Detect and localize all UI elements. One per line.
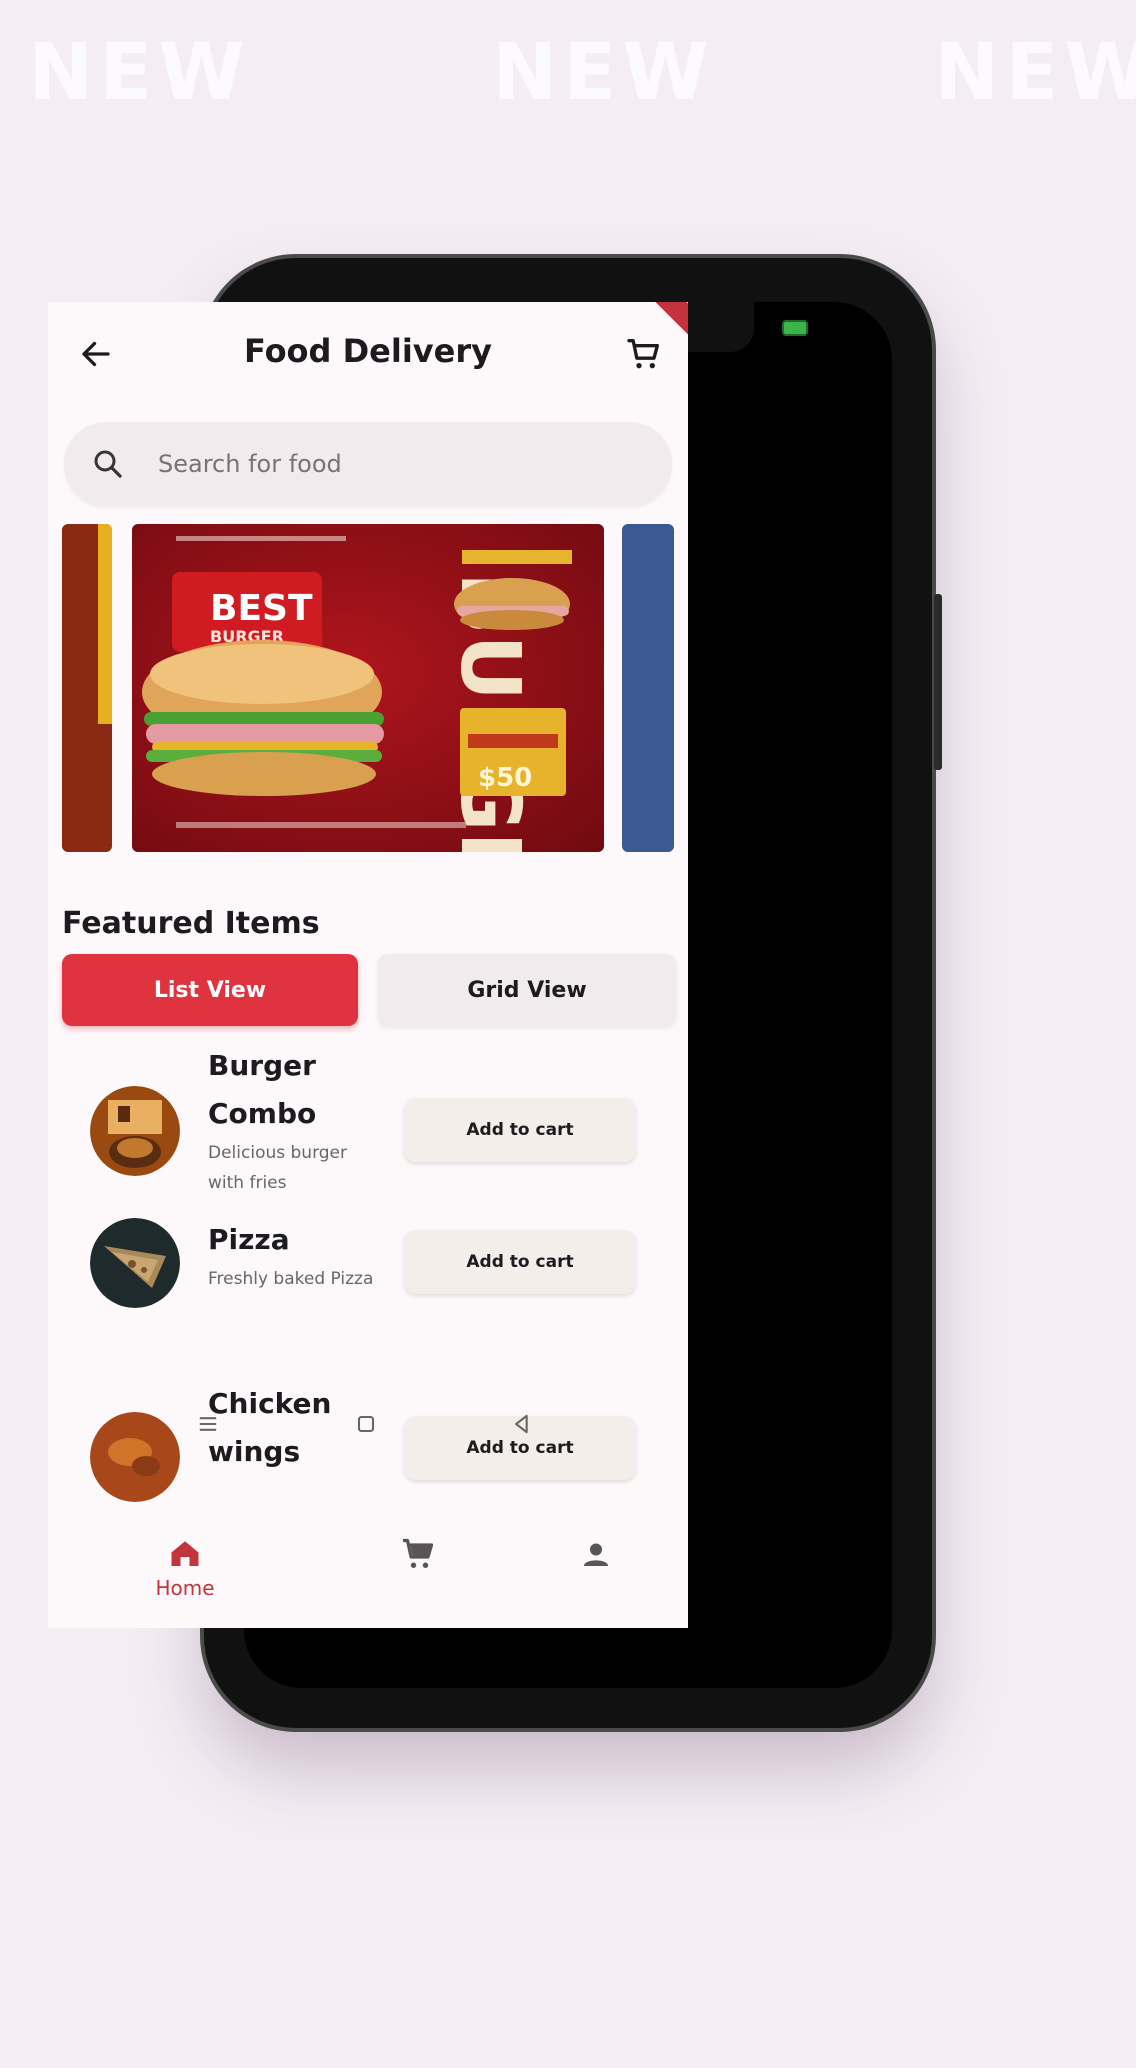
cart-icon[interactable] [624,334,664,374]
food-name: Pizza [208,1223,290,1256]
menu-lines-icon[interactable] [194,1410,222,1438]
search-bar[interactable] [64,422,672,506]
carousel-slide-next[interactable] [622,524,674,852]
phone-power-button [934,594,942,770]
carousel-slide-prev[interactable] [62,524,112,852]
add-to-cart-button[interactable]: Add to cart [404,1230,636,1294]
promo-carousel[interactable]: BEST BURGER BURGER $50 [48,524,688,854]
bottom-navigation: Home [48,1514,688,1628]
food-description: Delicious burger with fries [208,1143,347,1193]
system-navigation-bar [48,1400,688,1450]
nav-home[interactable]: Home [125,1514,245,1628]
watermark-left: NEW [28,28,251,118]
banner-headline: BEST [210,588,313,629]
featured-title: Featured Items [62,906,320,941]
home-icon [171,1541,199,1566]
page-title: Food Delivery [244,332,492,370]
nav-home-label: Home [155,1576,215,1600]
add-to-cart-button[interactable]: Add to cart [404,1098,636,1162]
food-description: Freshly baked Pizza [208,1269,374,1289]
burger-promo-image: BEST BURGER BURGER $50 [132,524,604,852]
carousel-slide-burger[interactable]: BEST BURGER BURGER $50 [132,524,604,852]
search-input[interactable] [158,444,638,484]
battery-icon [782,320,808,336]
banner-price: $50 [478,763,532,793]
list-view-button[interactable]: List View [62,954,358,1026]
search-icon [94,450,122,478]
app-bar: Food Delivery [48,302,688,406]
cart-icon [403,1538,434,1568]
watermark-center: NEW [492,28,715,118]
nav-profile[interactable] [536,1514,656,1628]
nav-cart[interactable] [358,1514,478,1628]
food-item-burger-combo[interactable]: Burger Combo Delicious burger with fries… [48,1042,688,1212]
profile-icon [584,1543,608,1566]
square-home-icon[interactable] [352,1410,380,1438]
watermark-right: NEW [934,28,1136,118]
food-item-pizza[interactable]: Pizza Freshly baked Pizza Add to cart [48,1218,688,1388]
food-name: Burger Combo [208,1049,317,1130]
burger-combo-avatar [90,1086,180,1176]
slide-accent-stripe [98,524,112,724]
grid-view-button[interactable]: Grid View [378,954,676,1026]
pizza-avatar [90,1218,180,1308]
triangle-back-icon[interactable] [508,1410,536,1438]
